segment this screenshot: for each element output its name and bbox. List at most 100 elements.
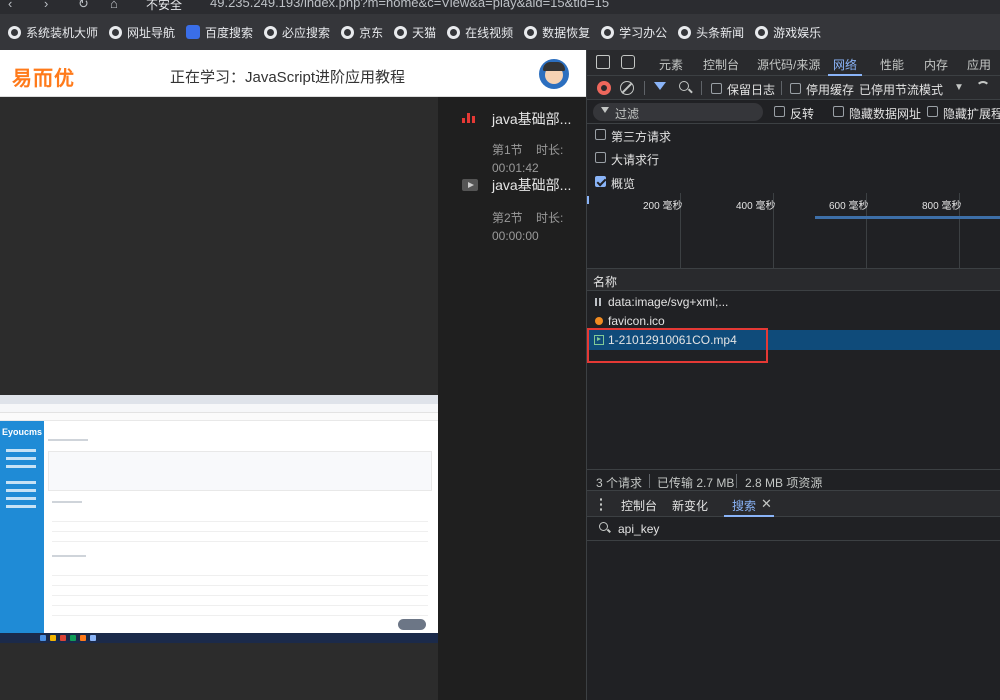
web-page: 易而优 正在学习：JavaScript进阶应用教程 Eyoucms java基础… (0, 50, 586, 700)
bookmark-item[interactable]: 京东 (341, 24, 383, 41)
video-frame-brand: Eyoucms (1, 427, 43, 437)
data-url-icon (595, 298, 601, 306)
timeline-tick: 400 毫秒 (736, 201, 776, 212)
course-title: 正在学习：JavaScript进阶应用教程 (170, 69, 406, 86)
hide-extension-urls-checkbox[interactable] (927, 106, 938, 117)
preserve-log-checkbox[interactable] (711, 83, 722, 94)
site-logo[interactable]: 易而优 (12, 62, 75, 91)
more-vertical-icon[interactable] (600, 497, 602, 511)
address-bar[interactable]: ‹ › ↻ ⌂ 不安全 49.235.249.193/index.php?m=h… (0, 0, 1000, 14)
video-frame: Eyoucms (0, 395, 438, 643)
bookmark-item[interactable]: 天猫 (394, 24, 436, 41)
url-text[interactable]: 49.235.249.193/index.php?m=home&c=View&a… (210, 0, 609, 10)
globe-icon (601, 25, 615, 39)
lesson-duration: 00:00:00 (492, 229, 539, 243)
screen: ‹ › ↻ ⌂ 不安全 49.235.249.193/index.php?m=h… (0, 0, 1000, 700)
chevron-down-icon[interactable]: ▼ (954, 82, 964, 93)
filter-icon (601, 107, 609, 113)
tab-elements[interactable]: 元素 (659, 56, 683, 73)
network-overview-timeline[interactable]: 200 毫秒 400 毫秒 600 毫秒 800 毫秒 (587, 193, 1000, 269)
bookmark-item[interactable]: 系统装机大师 (8, 24, 98, 41)
bookmark-item[interactable]: 头条新闻 (678, 24, 744, 41)
filter-bar: 过滤 反转 隐藏数据网址 隐藏扩展程序网址 (587, 100, 1000, 124)
timeline-tick: 600 毫秒 (829, 201, 869, 212)
bookmark-item[interactable]: 数据恢复 (524, 24, 590, 41)
column-name-header[interactable]: 名称 (593, 273, 617, 290)
transferred-size: 已传输 2.7 MB (657, 476, 735, 490)
drawer-tab-search[interactable]: 搜索 (732, 497, 756, 514)
tab-memory[interactable]: 内存 (924, 56, 948, 73)
network-conditions-icon[interactable] (976, 81, 990, 95)
globe-icon (524, 25, 538, 39)
bookmark-item[interactable]: 百度搜索 (186, 24, 253, 41)
tab-performance[interactable]: 性能 (880, 56, 904, 73)
requests-table-header: 名称 (587, 269, 1000, 291)
hide-data-urls-checkbox[interactable] (833, 106, 844, 117)
throttling-select[interactable]: 已停用节流模式 (859, 81, 943, 98)
drawer-tab-console[interactable]: 控制台 (621, 497, 657, 514)
disable-cache-checkbox[interactable] (790, 83, 801, 94)
bookmark-item[interactable]: 在线视频 (447, 24, 513, 41)
bookmark-item[interactable]: 必应搜索 (264, 24, 330, 41)
bookmark-item[interactable]: 网址导航 (109, 24, 175, 41)
overview-label: 概览 (611, 177, 636, 191)
request-name: data:image/svg+xml;... (608, 295, 729, 309)
record-icon[interactable] (597, 81, 611, 95)
network-toolbar: 保留日志 停用缓存 已停用节流模式 ▼ (587, 76, 1000, 100)
globe-icon (8, 25, 21, 39)
timeline-bar (815, 216, 1000, 219)
timeline-tick: 200 毫秒 (643, 201, 683, 212)
preserve-log-label: 保留日志 (727, 83, 776, 97)
timeline-tick: 800 毫秒 (922, 201, 962, 212)
tab-application[interactable]: 应用 (967, 56, 991, 73)
device-toggle-icon[interactable] (621, 55, 635, 69)
bookmark-item[interactable]: 游戏娱乐 (755, 24, 821, 41)
globe-icon (341, 25, 355, 39)
search-icon[interactable] (679, 81, 689, 91)
drawer-tab-whats-new[interactable]: 新变化 (672, 497, 708, 514)
forward-icon[interactable]: › (44, 0, 48, 11)
filter-input[interactable]: 过滤 (593, 103, 763, 121)
close-icon[interactable]: ✕ (761, 496, 772, 512)
overview-checkbox[interactable] (595, 176, 606, 187)
tab-network[interactable]: 网络 (833, 56, 857, 73)
third-party-label: 第三方请求 (611, 130, 672, 144)
lesson-section: 第1节 时长: (492, 143, 564, 157)
third-party-checkbox[interactable] (595, 129, 606, 140)
lesson-playlist: java基础部... 第1节 时长: 00:01:42 java基础部... 第… (438, 97, 586, 700)
drawer-tabbar: 控制台 新变化 搜索 ✕ (587, 491, 1000, 517)
filter-icon[interactable] (654, 82, 666, 90)
globe-icon (755, 25, 769, 39)
globe-icon (447, 25, 461, 39)
lesson-item[interactable]: java基础部... 第2节 时长: 00:00:00 (438, 165, 586, 245)
lesson-name: java基础部... (492, 177, 572, 193)
bookmark-item[interactable]: 学习办公 (601, 24, 667, 41)
avatar[interactable] (539, 59, 569, 89)
globe-icon (109, 25, 123, 39)
reload-icon[interactable]: ↻ (78, 0, 89, 12)
tab-sources[interactable]: 源代码/来源 (757, 56, 820, 73)
favicon-icon (595, 317, 603, 325)
invert-label: 反转 (790, 107, 815, 121)
search-input[interactable]: api_key (587, 517, 1000, 541)
tab-console[interactable]: 控制台 (703, 56, 739, 73)
hide-data-urls-label: 隐藏数据网址 (849, 107, 922, 121)
clear-icon[interactable] (620, 81, 634, 95)
video-player[interactable]: Eyoucms (0, 97, 438, 700)
back-icon[interactable]: ‹ (8, 0, 12, 11)
home-icon[interactable]: ⌂ (110, 0, 118, 11)
baidu-icon (186, 25, 201, 39)
globe-icon (264, 25, 278, 39)
disable-cache-label: 停用缓存 (806, 83, 855, 97)
bookmarks-bar: 系统装机大师 网址导航 百度搜索 必应搜索 京东 天猫 在线视频 数据恢复 学习… (0, 14, 1000, 50)
big-rows-checkbox[interactable] (595, 152, 606, 163)
lesson-section: 第2节 时长: (492, 211, 564, 225)
devtools-panel: 元素 控制台 源代码/来源 网络 性能 内存 应用 保留日志 停用缓存 已停用节… (586, 50, 1000, 700)
security-label[interactable]: 不安全 (146, 0, 182, 13)
request-row[interactable]: data:image/svg+xml;... (587, 292, 1000, 312)
invert-checkbox[interactable] (774, 106, 785, 117)
inspect-icon[interactable] (596, 55, 610, 69)
resources-size: 2.8 MB 项资源 (745, 476, 823, 490)
search-value: api_key (618, 522, 660, 536)
devtools-tabbar: 元素 控制台 源代码/来源 网络 性能 内存 应用 (587, 50, 1000, 76)
